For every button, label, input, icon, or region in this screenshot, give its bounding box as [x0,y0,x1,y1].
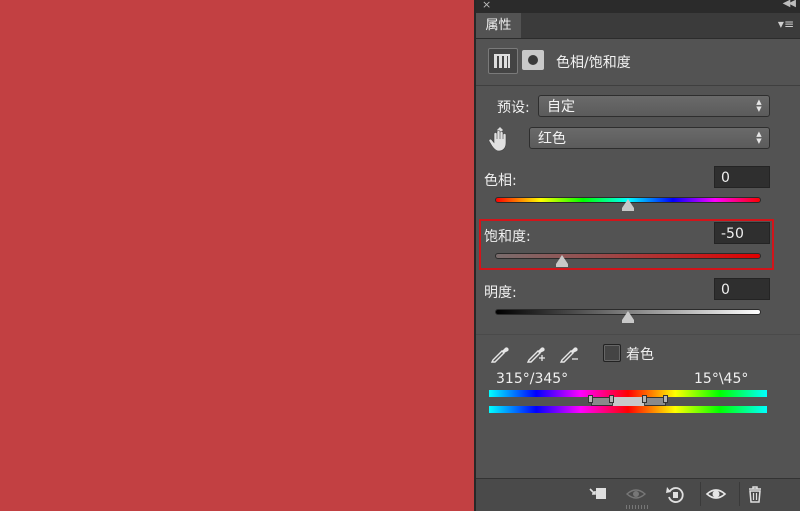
collapse-icon[interactable]: ◀◀ [783,0,796,9]
properties-panel: × ◀◀ 属性 ▾≡ 色相/饱和度 预设: 自定 ▲ ▼ 红色 ▲ ▼ 色相: 0 [476,0,800,511]
lightness-input[interactable]: 0 [714,278,770,300]
saturation-slider-track[interactable] [495,253,761,259]
toolbar-separator [700,482,701,506]
hue-saturation-icon[interactable] [488,48,518,74]
eyedropper-icon[interactable] [489,342,511,364]
hue-label: 色相: [484,173,517,189]
targeted-adjustment-hand-icon[interactable] [488,127,512,153]
reset-icon[interactable] [664,483,686,505]
eyedropper-subtract-icon[interactable] [558,342,580,364]
panel-title: 色相/饱和度 [556,55,631,71]
input-color-bar [489,390,767,397]
close-icon[interactable]: × [482,0,491,11]
panel-tab-row: 属性 ▾≡ [476,13,800,39]
section-divider [476,334,800,335]
hue-slider-thumb[interactable] [622,199,634,211]
document-canvas[interactable] [0,0,474,511]
resize-grip[interactable] [626,505,650,509]
panel-top-bar: × ◀◀ [476,0,800,13]
eyedropper-add-icon[interactable] [525,342,547,364]
toolbar-separator [739,482,740,506]
saturation-label: 饱和度: [484,229,531,245]
preset-select[interactable]: 自定 ▲ ▼ [538,95,770,117]
tab-properties[interactable]: 属性 [476,13,521,38]
select-arrows-icon: ▲ ▼ [756,130,762,145]
colorize-checkbox[interactable] [603,344,621,362]
lightness-label: 明度: [484,285,517,301]
select-arrows-icon: ▲ ▼ [756,98,762,113]
color-range-core[interactable] [612,397,645,406]
channel-select[interactable]: 红色 ▲ ▼ [529,127,770,149]
app-root: × ◀◀ 属性 ▾≡ 色相/饱和度 预设: 自定 ▲ ▼ 红色 ▲ ▼ 色相: 0 [0,0,800,511]
range-handle-inner-right[interactable] [642,395,647,403]
preset-label: 预设: [497,100,530,116]
mask-icon[interactable] [522,50,544,70]
hue-input[interactable]: 0 [714,166,770,188]
output-color-bar [489,406,767,413]
clip-to-layer-icon[interactable] [587,483,609,505]
header-divider [476,85,800,86]
eye-icon[interactable] [705,483,727,505]
range-left-label: 315°/345° [496,371,569,387]
lightness-slider-thumb[interactable] [622,311,634,323]
colorize-label: 着色 [626,347,654,363]
range-right-label: 15°\45° [694,371,749,387]
range-handle-outer-left[interactable] [588,395,593,403]
preset-select-value: 自定 [547,99,575,115]
range-handle-inner-left[interactable] [609,395,614,403]
saturation-input[interactable]: -50 [714,222,770,244]
view-previous-state-icon[interactable] [625,483,647,505]
panel-menu-icon[interactable]: ▾≡ [778,17,794,31]
trash-icon[interactable] [744,483,766,505]
range-handle-outer-right[interactable] [663,395,668,403]
channel-select-value: 红色 [538,131,566,147]
saturation-slider-thumb[interactable] [555,255,568,267]
